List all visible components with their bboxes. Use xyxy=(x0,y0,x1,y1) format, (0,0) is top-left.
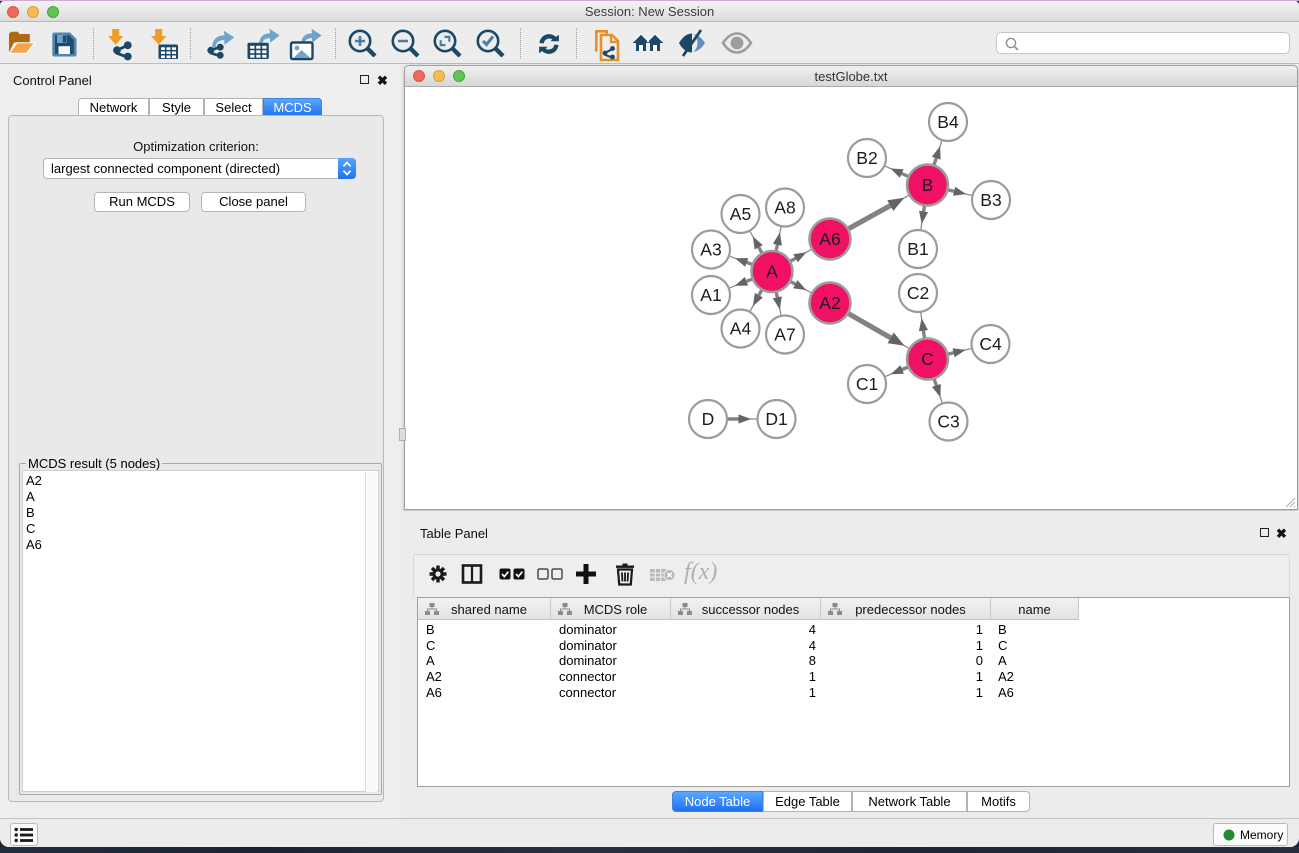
svg-text:D: D xyxy=(702,409,715,429)
svg-text:D1: D1 xyxy=(765,409,787,429)
svg-text:A5: A5 xyxy=(730,204,751,224)
svg-text:A4: A4 xyxy=(730,319,752,339)
svg-text:B2: B2 xyxy=(856,148,877,168)
svg-text:A1: A1 xyxy=(700,285,721,305)
svg-text:C3: C3 xyxy=(937,412,959,432)
svg-text:A8: A8 xyxy=(774,198,795,218)
svg-text:B1: B1 xyxy=(907,239,928,259)
svg-text:C: C xyxy=(921,349,934,369)
svg-text:C4: C4 xyxy=(979,334,1002,354)
svg-text:A3: A3 xyxy=(700,240,721,260)
svg-text:B3: B3 xyxy=(980,190,1001,210)
svg-text:C2: C2 xyxy=(907,283,929,303)
svg-text:B: B xyxy=(922,175,934,195)
svg-text:A7: A7 xyxy=(774,325,795,345)
svg-text:A6: A6 xyxy=(819,229,840,249)
svg-text:C1: C1 xyxy=(856,374,878,394)
svg-text:B4: B4 xyxy=(937,112,959,132)
svg-text:A2: A2 xyxy=(819,293,840,313)
svg-text:A: A xyxy=(766,262,778,282)
